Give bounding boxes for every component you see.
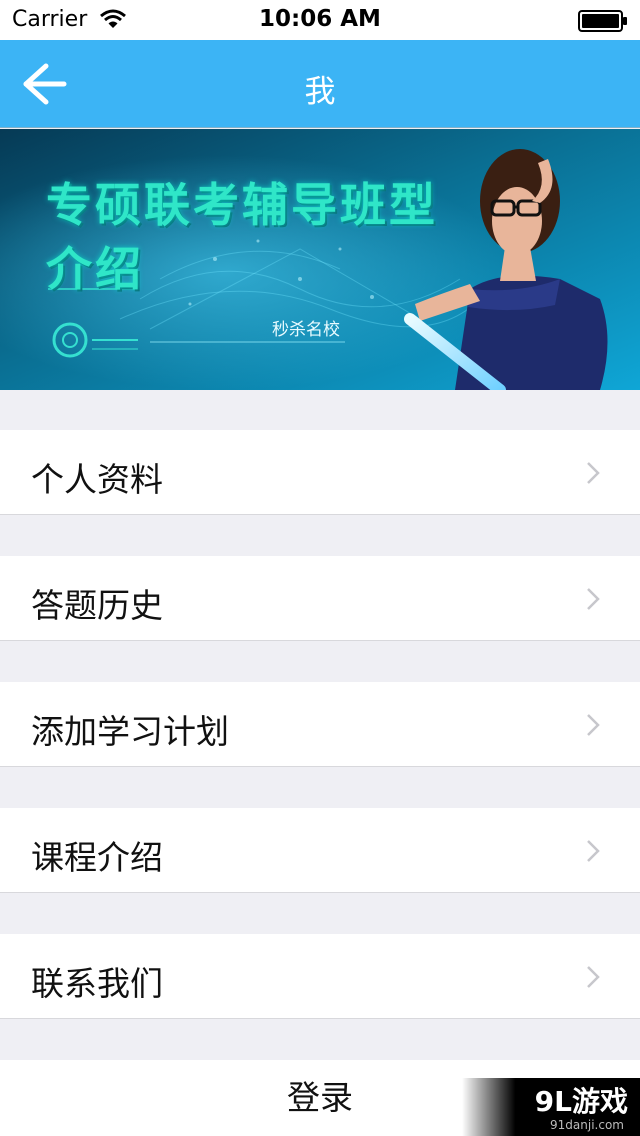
chevron-right-icon [587, 714, 600, 736]
chevron-right-icon [587, 462, 600, 484]
watermark-logo: 9L游戏 [534, 1085, 628, 1118]
menu-item-contact-us[interactable]: 联系我们 [0, 934, 640, 1019]
status-time: 10:06 AM [259, 6, 381, 32]
watermark: 9L游戏 91danji.com [462, 1078, 640, 1136]
menu-item-label: 个人资料 [31, 460, 163, 499]
menu-item-answer-history[interactable]: 答题历史 [0, 556, 640, 641]
menu-item-course-intro[interactable]: 课程介绍 [0, 808, 640, 893]
banner-title-line-1: 专硕联考辅导班型 [46, 178, 438, 232]
status-bar: Carrier 10:06 AM [0, 0, 640, 40]
chevron-right-icon [587, 840, 600, 862]
menu-item-add-study-plan[interactable]: 添加学习计划 [0, 682, 640, 767]
banner-title-line-2: 介绍 [46, 242, 144, 296]
battery-icon [578, 10, 628, 36]
login-bar: 登录 9L游戏 91danji.com [0, 1060, 640, 1136]
page-title: 我 [304, 74, 336, 110]
chevron-right-icon [587, 966, 600, 988]
menu-item-label: 答题历史 [31, 586, 163, 625]
menu-item-profile[interactable]: 个人资料 [0, 430, 640, 515]
menu-item-label: 添加学习计划 [31, 712, 229, 751]
watermark-url: 91danji.com [550, 1118, 624, 1132]
promo-banner[interactable]: 专硕联考辅导班型 介绍 秒杀名校 [0, 129, 640, 390]
navigation-bar: 我 [0, 40, 640, 128]
chevron-right-icon [587, 588, 600, 610]
menu-item-label: 课程介绍 [31, 838, 163, 877]
menu-item-label: 联系我们 [31, 964, 163, 1003]
banner-subtitle: 秒杀名校 [272, 320, 340, 340]
